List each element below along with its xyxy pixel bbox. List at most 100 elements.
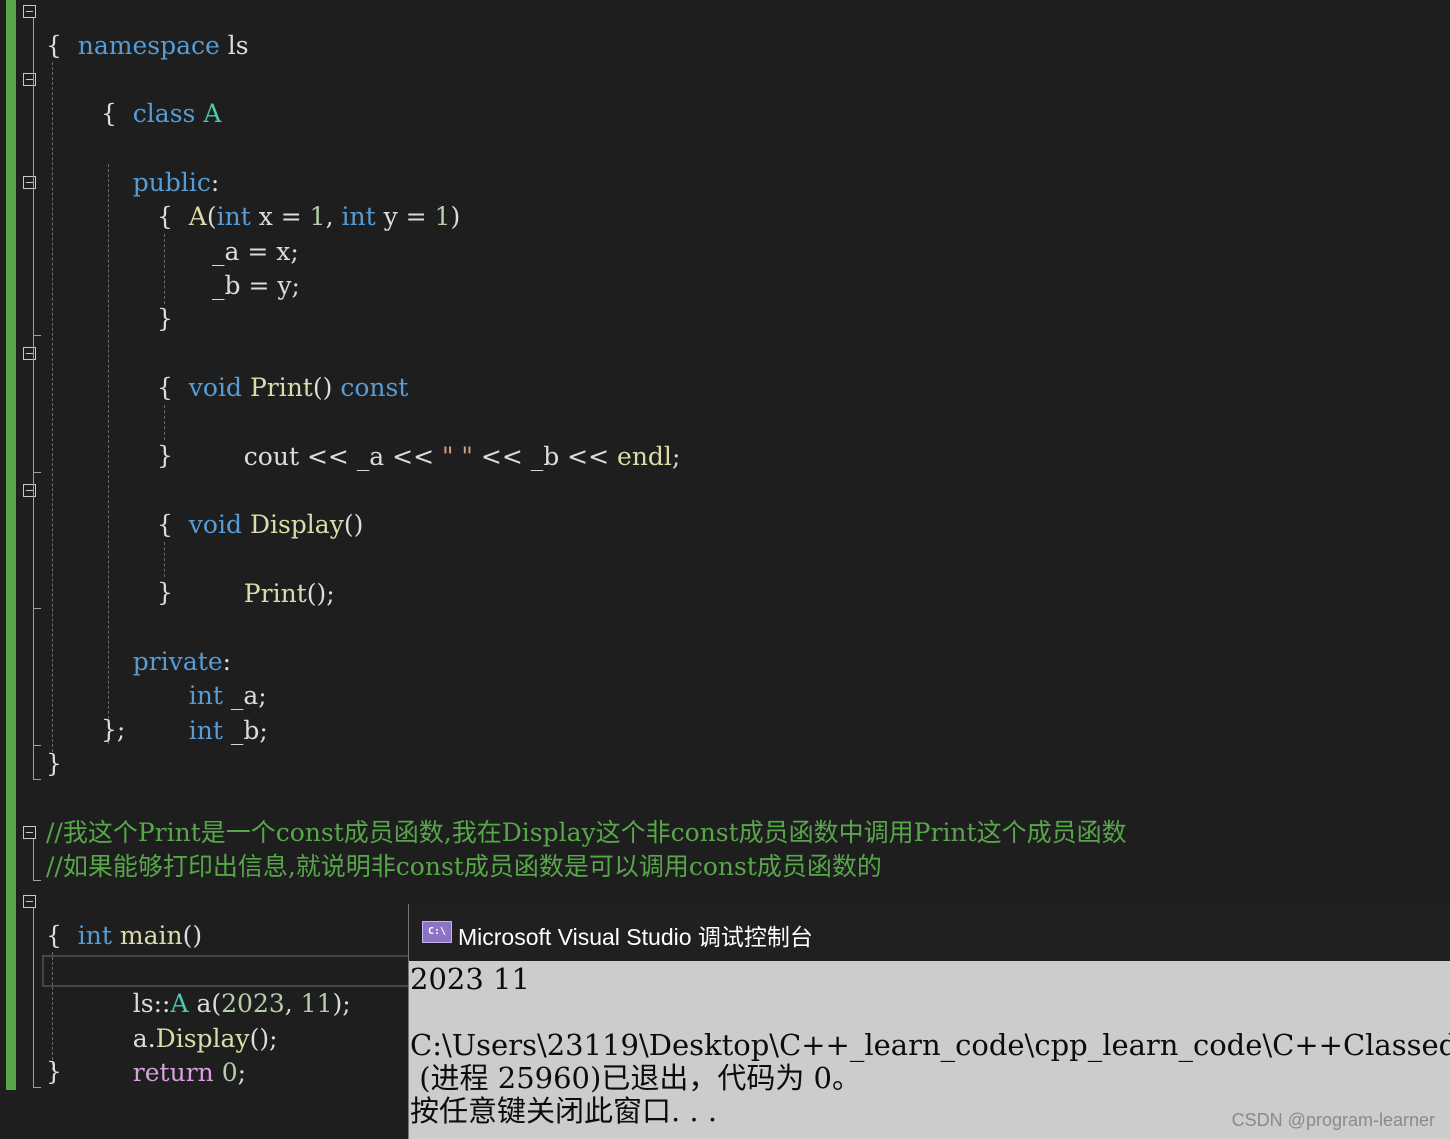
fold-toggle-main-icon[interactable] bbox=[23, 895, 36, 908]
code-line-brace: { bbox=[157, 373, 173, 402]
debug-console-window[interactable]: C:\ Microsoft Visual Studio 调试控制台 2023 1… bbox=[408, 904, 1450, 1139]
code-line-main-end: } bbox=[46, 1057, 62, 1086]
code-line-brace: { bbox=[101, 99, 117, 128]
identifier: y = bbox=[375, 202, 435, 231]
punctuation: () bbox=[182, 921, 203, 950]
code-line-print-decl: void Print() const bbox=[157, 337, 409, 402]
punctuation: , bbox=[325, 202, 342, 231]
statement: << _b << bbox=[472, 442, 618, 471]
code-line-public: public: bbox=[101, 132, 220, 197]
punctuation: () bbox=[343, 510, 364, 539]
code-line-brace: } bbox=[157, 304, 173, 333]
statement: cout << _a << bbox=[243, 442, 442, 471]
code-line-brace: } bbox=[157, 578, 173, 607]
fold-toggle-display-icon[interactable] bbox=[23, 484, 36, 497]
keyword: int bbox=[216, 202, 251, 231]
console-output-line: (进程 25960)已退出，代码为 0。 bbox=[410, 1061, 861, 1095]
identifier: _b; bbox=[222, 716, 268, 745]
indent-guide bbox=[52, 62, 53, 752]
code-comment-2: //如果能够打印出信息,就说明非const成员函数是可以调用const成员函数的 bbox=[46, 852, 882, 881]
code-line-namespace: namespace ls bbox=[46, 0, 249, 60]
console-output-line: 2023 11 bbox=[410, 962, 530, 996]
fold-end-display bbox=[33, 608, 41, 609]
code-line-constructor: A(int x = 1, int y = 1) bbox=[157, 166, 460, 231]
code-line-brace: { bbox=[157, 510, 173, 539]
punctuation: ); bbox=[332, 989, 351, 1018]
function-name: Print bbox=[243, 579, 307, 608]
code-line-brace: { bbox=[46, 921, 62, 950]
fold-toggle-namespace-icon[interactable] bbox=[23, 5, 36, 18]
console-title-bar[interactable]: C:\ Microsoft Visual Studio 调试控制台 bbox=[409, 904, 1450, 961]
punctuation: ; bbox=[671, 442, 681, 471]
number: 0 bbox=[221, 1058, 238, 1087]
fold-end-namespace bbox=[33, 779, 41, 780]
code-line-display-call: a.Display(); bbox=[101, 988, 278, 1053]
code-line-namespace-end: } bbox=[46, 749, 62, 778]
fold-line-comment bbox=[33, 839, 34, 881]
identifier: ls bbox=[219, 31, 249, 60]
code-line-assign-a: _a = x; bbox=[212, 237, 299, 266]
code-line-display-decl: void Display() bbox=[157, 474, 364, 539]
punctuation: ; bbox=[237, 1058, 247, 1087]
code-line-brace: { bbox=[46, 31, 62, 60]
code-line-class-end: }; bbox=[101, 715, 126, 744]
console-output-line: 按任意键关闭此窗口. . . bbox=[410, 1094, 718, 1128]
keyword: int bbox=[341, 202, 376, 231]
punctuation: ) bbox=[450, 202, 461, 231]
console-title: Microsoft Visual Studio 调试控制台 bbox=[458, 924, 813, 950]
keyword: int bbox=[77, 921, 112, 950]
function-name: Display bbox=[249, 510, 344, 539]
fold-end-class bbox=[33, 745, 41, 746]
fold-toggle-class-icon[interactable] bbox=[23, 73, 36, 86]
fold-toggle-comment-icon[interactable] bbox=[23, 826, 36, 839]
function-name: Print bbox=[249, 373, 313, 402]
punctuation: , bbox=[284, 989, 301, 1018]
function-name: endl bbox=[617, 442, 672, 471]
code-line-assign-b: _b = y; bbox=[212, 271, 300, 300]
code-line-return: return 0; bbox=[101, 1022, 246, 1087]
fold-end-constructor bbox=[33, 335, 41, 336]
change-indicator-bar bbox=[6, 0, 16, 1090]
code-line-main: int main() bbox=[46, 885, 202, 950]
keyword: return bbox=[132, 1058, 214, 1087]
number: 1 bbox=[434, 202, 451, 231]
string-literal: " " bbox=[441, 442, 473, 471]
console-output-area[interactable]: 2023 11 C:\Users\23119\Desktop\C++_learn… bbox=[409, 961, 1450, 1139]
code-line-brace: } bbox=[157, 441, 173, 470]
fold-toggle-constructor-icon[interactable] bbox=[23, 176, 36, 189]
code-line-private: private: bbox=[101, 611, 231, 676]
fold-line-namespace bbox=[33, 18, 34, 780]
punctuation: (); bbox=[249, 1024, 278, 1053]
fold-end-main bbox=[33, 1087, 41, 1088]
keyword: int bbox=[188, 716, 223, 745]
console-output-line: C:\Users\23119\Desktop\C++_learn_code\cp… bbox=[410, 1028, 1450, 1062]
fold-toggle-print-icon[interactable] bbox=[23, 347, 36, 360]
keyword: class bbox=[132, 99, 196, 128]
code-comment-1: //我这个Print是一个const成员函数,我在Display这个非const… bbox=[46, 818, 1127, 847]
code-line-brace: { bbox=[157, 202, 173, 231]
function-name: A bbox=[188, 202, 207, 231]
code-line-member-b: int _b; bbox=[157, 680, 268, 745]
editor-bottom-area bbox=[0, 1090, 408, 1139]
watermark: CSDN @program-learner bbox=[1231, 1110, 1435, 1130]
console-app-icon: C:\ bbox=[422, 921, 452, 943]
keyword: void bbox=[188, 510, 242, 539]
fold-end-print bbox=[33, 472, 41, 473]
keyword: const bbox=[340, 373, 409, 402]
type-name: A bbox=[203, 99, 222, 128]
punctuation: () bbox=[312, 373, 341, 402]
keyword: void bbox=[188, 373, 242, 402]
code-line-member-a: int _a; bbox=[157, 645, 267, 710]
punctuation: (); bbox=[306, 579, 335, 608]
fold-end-comment bbox=[33, 880, 41, 881]
code-line-object-decl: ls::A a(2023, 11); bbox=[101, 953, 351, 1018]
identifier: x = bbox=[250, 202, 310, 231]
fold-line-main bbox=[33, 908, 34, 1088]
code-line-class: class A bbox=[101, 63, 222, 128]
code-line-cout: cout << _a << " " << _b << endl; bbox=[212, 406, 681, 471]
number: 1 bbox=[309, 202, 326, 231]
